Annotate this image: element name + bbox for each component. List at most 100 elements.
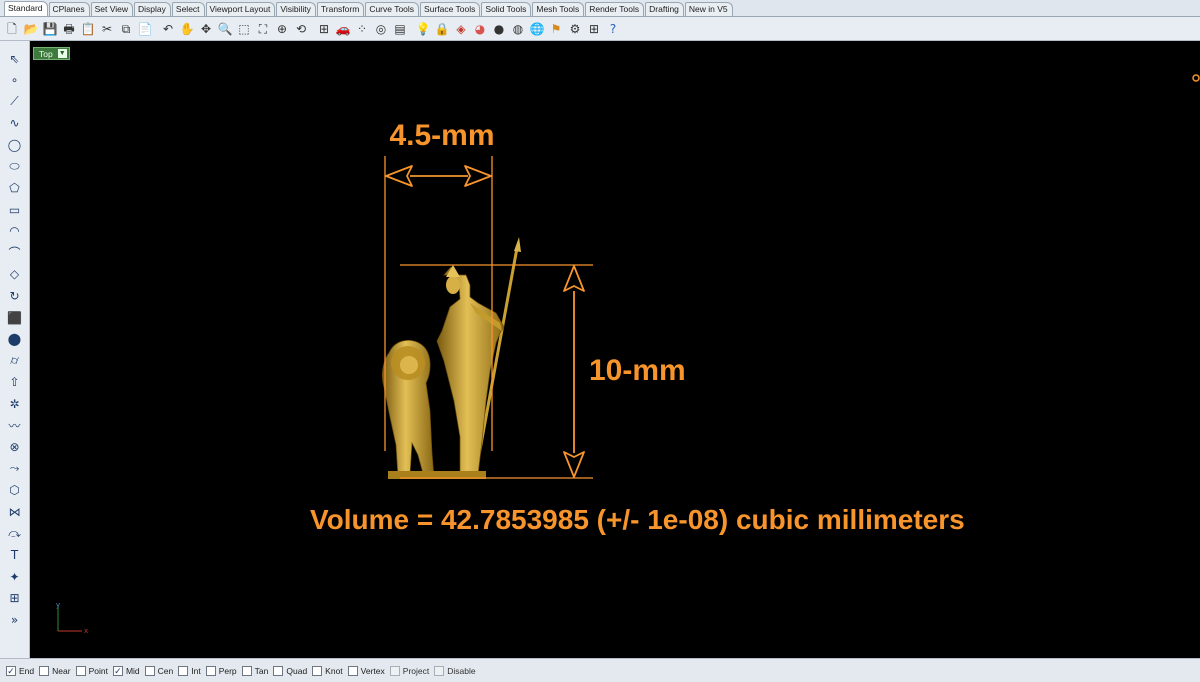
osnap-disable[interactable]: Disable [434,665,476,676]
four-viewports-icon[interactable]: ⊞ [316,21,332,37]
osnap-checkbox[interactable]: ✓ [112,665,123,676]
osnap-project[interactable]: Project [389,665,429,676]
tab-set-view[interactable]: Set View [90,2,134,16]
osnap-perp[interactable]: Perp [205,665,237,676]
osnap-tan[interactable]: Tan [241,665,268,676]
tab-solid-tools[interactable]: Solid Tools [481,2,532,16]
tab-new-in-v5[interactable]: New in V5 [684,2,733,16]
tab-render-tools[interactable]: Render Tools [585,2,645,16]
point-icon[interactable]: ∘ [4,71,26,90]
curve-icon[interactable]: ∿ [4,114,26,133]
rotate-view-icon[interactable]: ⟲ [293,21,309,37]
shaded-sphere-icon[interactable]: ● [491,21,507,37]
top-viewport[interactable]: 4.5-mm 10-mm Volume = 42.7853985 (+/- 1e… [30,41,1200,658]
osnap-int[interactable]: Int [178,665,201,676]
tab-curve-tools[interactable]: Curve Tools [365,2,420,16]
fillet-icon[interactable]: ⌒ [4,243,26,262]
move-cross-icon[interactable]: ✥ [198,21,214,37]
osnap-knot[interactable]: Knot [312,665,343,676]
color-wheel-icon[interactable]: ◕ [472,21,488,37]
import-icon[interactable]: 📋 [80,21,96,37]
osnap-vertex[interactable]: Vertex [347,665,385,676]
layers-icon[interactable]: ▤ [392,21,408,37]
statue-model[interactable] [382,237,521,479]
cylinder-solid-icon[interactable]: ⌭ [4,351,26,370]
osnap-checkbox[interactable] [75,665,86,676]
select-arrow-icon[interactable]: ⇖ [4,49,26,68]
chevron-down-icon[interactable]: ▼ [57,49,67,58]
tab-visibility[interactable]: Visibility [276,2,316,16]
viewport-title-tab[interactable]: Top ▼ [33,47,70,60]
boolean-icon[interactable]: ⊗ [4,438,26,457]
osnap-checkbox[interactable] [273,665,284,676]
rendered-sphere-icon[interactable]: ◍ [510,21,526,37]
render-globe-icon[interactable]: 🌐 [529,21,545,37]
tab-standard[interactable]: Standard [4,1,48,16]
text-object-icon[interactable]: T [4,546,26,565]
osnap-cen[interactable]: Cen [144,665,173,676]
osnap-checkbox[interactable] [144,665,155,676]
pan-hand-icon[interactable]: ✋ [179,21,195,37]
osnap-checkbox[interactable] [312,665,323,676]
polygon-icon[interactable]: ⬠ [4,179,26,198]
lock-icon[interactable]: 🔒 [434,21,450,37]
help-icon[interactable]: ? [605,21,621,37]
grid-snap-icon[interactable]: ⊞ [586,21,602,37]
tab-cplanes[interactable]: CPlanes [48,2,90,16]
osnap-checkbox[interactable] [241,665,252,676]
surface-icon[interactable]: ◇ [4,265,26,284]
copy-icon[interactable]: ⧉ [118,21,134,37]
tab-display[interactable]: Display [134,2,171,16]
osnap-checkbox[interactable] [434,665,445,676]
tab-surface-tools[interactable]: Surface Tools [420,2,481,16]
osnap-near[interactable]: Near [39,665,71,676]
polyline-icon[interactable]: ⟋ [4,92,26,111]
flag-icon[interactable]: ⚑ [548,21,564,37]
osnap-checkbox[interactable]: ✓ [6,665,16,676]
osnap-end[interactable]: ✓ End [6,665,34,676]
osnap-mid[interactable]: ✓ Mid [112,665,140,676]
settings-gears-icon[interactable]: ⚙ [567,21,583,37]
more-tools-icon[interactable]: » [4,610,26,629]
tab-select[interactable]: Select [171,2,205,16]
explode-icon[interactable]: ✦ [4,567,26,586]
osnap-checkbox[interactable] [347,665,358,676]
zoom-selected-icon[interactable]: ⊕ [274,21,290,37]
sweep-icon[interactable]: 〰 [4,416,26,435]
tab-viewport-layout[interactable]: Viewport Layout [205,2,276,16]
osnap-checkbox[interactable] [389,665,400,676]
osnap-checkbox[interactable] [178,665,189,676]
circle-select-icon[interactable]: ◎ [373,21,389,37]
new-file-icon[interactable]: 🗋 [4,21,20,37]
osnap-checkbox[interactable] [39,665,50,676]
revolve-icon[interactable]: ↻ [4,287,26,306]
points-icon[interactable]: ⁘ [354,21,370,37]
transform-gear-icon[interactable]: ✲ [4,395,26,414]
zoom-icon[interactable]: 🔍 [217,21,233,37]
array-icon[interactable]: ⊞ [4,589,26,608]
network-icon[interactable]: ⋈ [4,502,26,521]
save-icon[interactable]: 💾 [42,21,58,37]
cut-icon[interactable]: ✂ [99,21,115,37]
osnap-quad[interactable]: Quad [273,665,307,676]
sphere-solid-icon[interactable]: ⬤ [4,330,26,349]
tab-drafting[interactable]: Drafting [645,2,684,16]
open-folder-icon[interactable]: 📂 [23,21,39,37]
osnap-point[interactable]: Point [75,665,108,676]
flow-icon[interactable]: ⤳ [4,459,26,478]
osnap-checkbox[interactable] [205,665,216,676]
print-icon[interactable]: 🖶 [61,21,77,37]
light-bulb-icon[interactable]: 💡 [415,21,431,37]
blend-icon[interactable]: ⤼ [4,524,26,543]
zoom-window-icon[interactable]: ⬚ [236,21,252,37]
paste-icon[interactable]: 📄 [137,21,153,37]
car-object-icon[interactable]: 🚗 [335,21,351,37]
circle-icon[interactable]: ◯ [4,135,26,154]
extrude-icon[interactable]: ⇧ [4,373,26,392]
ellipse-icon[interactable]: ⬭ [4,157,26,176]
mesh-icon[interactable]: ⬡ [4,481,26,500]
rectangle-icon[interactable]: ▭ [4,200,26,219]
zoom-extents-icon[interactable]: ⛶ [255,21,271,37]
arc-icon[interactable]: ◠ [4,222,26,241]
box-solid-icon[interactable]: ⬛ [4,308,26,327]
